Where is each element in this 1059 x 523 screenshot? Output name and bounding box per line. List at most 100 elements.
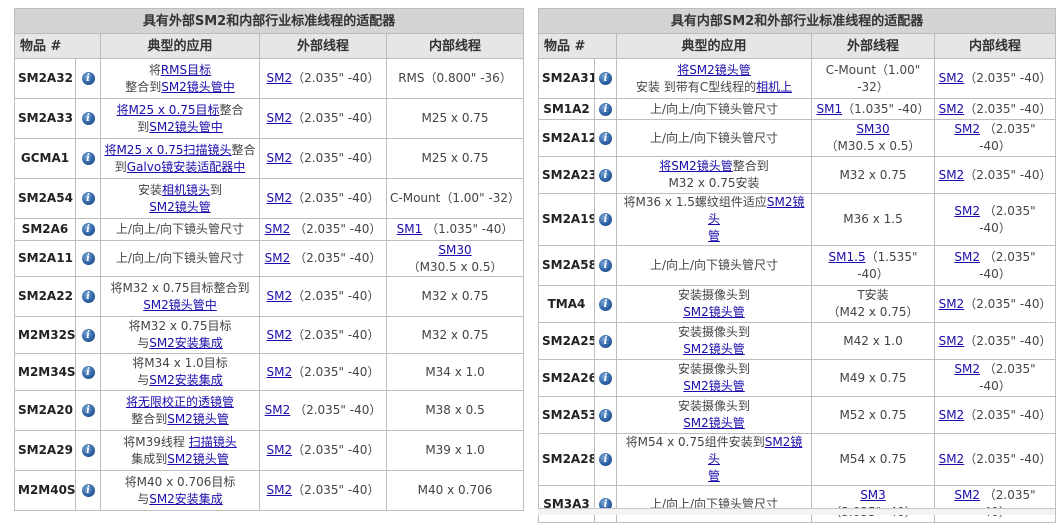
info-icon[interactable]: i xyxy=(81,252,95,265)
link[interactable]: SM2 xyxy=(939,334,965,348)
link[interactable]: SM2安装集成 xyxy=(149,492,223,506)
info-icon[interactable]: i xyxy=(599,297,612,311)
link[interactable]: SM2镜头管 xyxy=(683,416,745,430)
application-cell: 将M36 x 1.5螺纹组件适应SM2镜头管 xyxy=(616,193,812,246)
info-icon[interactable]: i xyxy=(599,259,612,272)
link[interactable]: 将SM2镜头管 xyxy=(677,63,751,77)
link[interactable]: SM2 xyxy=(267,289,293,303)
cell-line: SM2 （2.035" -40） xyxy=(263,402,383,419)
link[interactable]: SM2 xyxy=(939,297,965,311)
link[interactable]: SM2 xyxy=(267,151,293,165)
link[interactable]: SM3 xyxy=(860,488,886,502)
link[interactable]: SM1.5 xyxy=(829,250,866,264)
link[interactable]: 管 xyxy=(708,469,720,483)
link[interactable]: SM2 xyxy=(939,408,965,422)
link[interactable]: Galvo镜安装适配器中 xyxy=(127,160,245,174)
info-icon[interactable]: i xyxy=(599,72,612,85)
link[interactable]: SM2 xyxy=(954,250,980,264)
link[interactable]: SM2 xyxy=(267,328,293,342)
info-icon[interactable]: i xyxy=(81,328,95,342)
table-row: M2M34S i 将M34 x 1.0目标 与SM2安装集成 SM2（2.035" -4… xyxy=(14,353,525,391)
info-icon[interactable]: i xyxy=(599,213,612,226)
link[interactable]: SM2 xyxy=(267,365,293,379)
link[interactable]: SM2 xyxy=(954,488,980,502)
link[interactable]: SM2 xyxy=(265,403,291,417)
info-icon[interactable]: i xyxy=(81,404,95,417)
cell-line: C-Mount（1.00" -32） xyxy=(390,190,520,207)
link[interactable]: SM2 xyxy=(939,102,965,116)
cell-line: 上/向上/向下镜头管尺寸 xyxy=(620,101,808,118)
link[interactable]: SM2镜头管 xyxy=(149,200,211,214)
link[interactable]: SM2 xyxy=(939,168,965,182)
link[interactable]: SM2 xyxy=(954,122,980,136)
info-icon[interactable]: i xyxy=(81,290,95,303)
info-icon[interactable]: i xyxy=(599,334,612,348)
cell-line: 到SM2镜头管中 xyxy=(104,119,256,136)
info-icon[interactable]: i xyxy=(81,72,95,85)
text: （2.035" -40） xyxy=(292,191,380,205)
link[interactable]: 管 xyxy=(708,229,720,243)
link[interactable]: SM2 xyxy=(267,191,293,205)
link[interactable]: SM2 xyxy=(267,71,293,85)
info-icon[interactable]: i xyxy=(81,223,95,236)
link[interactable]: 将M25 x 0.75扫描镜头 xyxy=(104,143,231,157)
text: -40） xyxy=(979,139,1011,153)
info-icon[interactable]: i xyxy=(599,453,612,466)
right-adapter-table-panel: 具有内部SM2和外部行业标准线程的适配器 物品 # 典型的应用 外部线程 内部线… xyxy=(537,8,1057,523)
external-thread-cell: SM1（1.035" -40） xyxy=(811,98,935,120)
part-number: M2M34S xyxy=(14,353,76,391)
link[interactable]: SM30 xyxy=(438,243,471,257)
link[interactable]: 相机镜头 xyxy=(162,183,210,197)
link[interactable]: SM2镜头管 xyxy=(683,379,745,393)
link[interactable]: 扫描镜头 xyxy=(189,435,237,449)
info-icon[interactable]: i xyxy=(81,152,95,165)
link[interactable]: SM2 xyxy=(954,204,980,218)
link[interactable]: SM2安装集成 xyxy=(149,336,223,350)
info-icon[interactable]: i xyxy=(599,371,612,385)
text: 上/向上/向下镜头管尺寸 xyxy=(649,258,779,272)
link[interactable]: SM2镜头管中 xyxy=(149,120,223,134)
link[interactable]: SM2镜头管 xyxy=(683,305,745,319)
link[interactable]: SM2镜头管中 xyxy=(161,80,235,94)
link[interactable]: 将M25 x 0.75目标 xyxy=(116,103,219,117)
info-icon[interactable]: i xyxy=(81,484,95,497)
link[interactable]: SM1 xyxy=(397,222,423,236)
link[interactable]: 相机上 xyxy=(756,80,792,94)
internal-thread-cell: SM2 （2.035"-40） xyxy=(933,359,1057,397)
info-icon[interactable]: i xyxy=(81,444,95,457)
link[interactable]: SM2安装集成 xyxy=(149,373,223,387)
internal-thread-cell: M40 x 0.706 xyxy=(385,470,525,511)
external-thread-cell: SM2 （2.035" -40） xyxy=(259,240,387,277)
info-icon[interactable]: i xyxy=(599,408,612,422)
link[interactable]: SM2 xyxy=(267,483,293,497)
info-icon[interactable]: i xyxy=(81,365,95,379)
link[interactable]: SM2镜头管 xyxy=(167,452,229,466)
link[interactable]: SM2 xyxy=(265,222,291,236)
external-thread-cell: SM2 （2.035" -40） xyxy=(259,218,387,241)
info-icon[interactable]: i xyxy=(81,192,95,205)
table-row: SM2A33 i 将M25 x 0.75目标整合 到SM2镜头管中 SM2（2.035"… xyxy=(14,98,525,139)
info-icon[interactable]: i xyxy=(81,112,95,125)
link[interactable]: SM2 xyxy=(267,443,293,457)
info-icon[interactable]: i xyxy=(599,102,612,116)
link[interactable]: SM30 xyxy=(856,122,889,136)
text: 与 xyxy=(137,373,150,387)
link[interactable]: SM2 xyxy=(939,71,965,85)
link[interactable]: SM2镜头管中 xyxy=(143,298,217,312)
link[interactable]: SM1 xyxy=(817,102,843,116)
link[interactable]: RMS目标 xyxy=(161,63,211,77)
info-cell: i xyxy=(75,58,101,99)
application-cell: 安装相机镜头到 SM2镜头管 xyxy=(100,178,260,219)
link[interactable]: 将无限校正的透镜管 xyxy=(126,395,234,409)
link[interactable]: SM2 xyxy=(265,251,291,265)
info-icon[interactable]: i xyxy=(599,131,612,145)
info-icon[interactable]: i xyxy=(599,168,612,182)
table-row: M2M32S i 将M32 x 0.75目标 与SM2安装集成 SM2（2.035" -… xyxy=(14,316,525,354)
link[interactable]: SM2 xyxy=(267,111,293,125)
link[interactable]: SM2镜头管 xyxy=(167,412,229,426)
link[interactable]: 将SM2镜头管 xyxy=(659,159,733,173)
link[interactable]: SM2 xyxy=(954,362,980,376)
link[interactable]: SM2 xyxy=(939,452,965,466)
cell-line: SM2（2.035" -40） xyxy=(938,407,1052,424)
link[interactable]: SM2镜头管 xyxy=(683,342,745,356)
